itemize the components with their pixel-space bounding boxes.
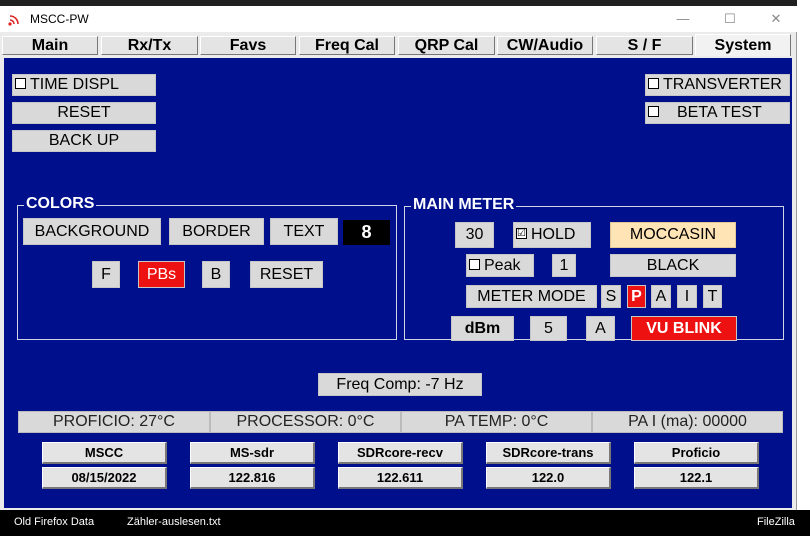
back-up-button[interactable]: BACK UP: [12, 130, 156, 152]
desktop-item-old-firefox-data[interactable]: Old Firefox Data: [14, 516, 94, 528]
version-value-ms-sdr: 122.816: [190, 467, 315, 489]
checkbox-icon: [15, 78, 26, 90]
version-value-proficio: 122.1: [634, 467, 759, 489]
reset-button[interactable]: RESET: [12, 102, 156, 124]
beta-test-label: BETA TEST: [677, 104, 762, 121]
proficio-temp: PROFICIO: 27°C: [18, 411, 210, 433]
border-color-button[interactable]: BORDER: [169, 218, 264, 245]
meter-mode-i[interactable]: I: [677, 285, 697, 308]
background-color-button[interactable]: BACKGROUND: [23, 218, 161, 245]
tab-s-f[interactable]: S / F: [596, 36, 693, 55]
peak-checkbox[interactable]: Peak: [466, 254, 534, 277]
tab-qrp-cal[interactable]: QRP Cal: [398, 36, 495, 55]
desktop-strip-right: [797, 0, 810, 510]
beta-test-checkbox[interactable]: BETA TEST: [645, 102, 790, 124]
peak-value-1[interactable]: 1: [552, 254, 576, 277]
checkbox-icon: [648, 106, 659, 118]
hold-checkbox[interactable]: ☑ HOLD: [513, 222, 591, 248]
transverter-checkbox[interactable]: TRANSVERTER: [645, 74, 790, 96]
close-button[interactable]: ✕: [765, 9, 787, 29]
meter-mode-s[interactable]: S: [601, 285, 621, 308]
b-button[interactable]: B: [202, 261, 230, 288]
dbm-button[interactable]: dBm: [451, 316, 514, 341]
checkbox-icon: [469, 259, 480, 271]
version-name-sdrcore-trans: SDRcore-trans: [486, 442, 611, 464]
version-name-ms-sdr: MS-sdr: [190, 442, 315, 464]
tab-main[interactable]: Main: [2, 36, 98, 55]
time-displ-label: TIME DISPL: [30, 76, 119, 93]
desktop-item-filezilla[interactable]: FileZilla: [757, 516, 795, 528]
tab-bar: Main Rx/Tx Favs Freq Cal QRP Cal CW/Audi…: [2, 34, 794, 56]
text-color-button[interactable]: TEXT: [270, 218, 338, 245]
version-value-mscc: 08/15/2022: [42, 467, 167, 489]
peak-label: Peak: [484, 257, 521, 274]
meter-value-5[interactable]: 5: [530, 316, 567, 341]
maximize-button[interactable]: ☐: [719, 9, 741, 29]
tab-favs[interactable]: Favs: [200, 36, 296, 55]
tab-cw-audio[interactable]: CW/Audio: [497, 36, 593, 55]
pa-current: PA I (ma): 00000: [592, 411, 783, 433]
version-name-mscc: MSCC: [42, 442, 167, 464]
app-icon: [8, 15, 19, 26]
desktop-item-zaehler-auslesen[interactable]: Zähler-auslesen.txt: [127, 516, 221, 528]
pbs-button[interactable]: PBs: [138, 261, 185, 288]
tab-rx-tx[interactable]: Rx/Tx: [101, 36, 198, 55]
vu-blink-button[interactable]: VU BLINK: [631, 316, 737, 341]
desktop-taskbar: Old Firefox Data Zähler-auslesen.txt Fil…: [0, 510, 810, 536]
version-name-sdrcore-recv: SDRcore-recv: [338, 442, 463, 464]
version-name-proficio: Proficio: [634, 442, 759, 464]
time-displ-checkbox[interactable]: TIME DISPL: [12, 74, 156, 96]
checkbox-icon: [648, 78, 659, 90]
meter-a-button[interactable]: A: [586, 316, 615, 341]
meter-value-30[interactable]: 30: [455, 222, 494, 248]
minimize-button[interactable]: —: [672, 9, 694, 29]
black-color-button[interactable]: BLACK: [610, 254, 736, 277]
f-button[interactable]: F: [92, 261, 120, 288]
hold-label: HOLD: [531, 226, 576, 243]
title-bar: MSCC-PW — ☐ ✕: [0, 6, 797, 32]
meter-mode-button[interactable]: METER MODE: [466, 285, 597, 308]
checkbox-checked-icon: ☑: [516, 228, 527, 240]
transverter-label: TRANSVERTER: [663, 76, 782, 93]
color-value-display: 8: [343, 220, 390, 245]
main-meter-legend: MAIN METER: [411, 196, 517, 214]
freq-comp-display: Freq Comp: -7 Hz: [318, 373, 482, 396]
colors-legend: COLORS: [24, 195, 97, 213]
version-value-sdrcore-recv: 122.611: [338, 467, 463, 489]
meter-mode-a[interactable]: A: [651, 285, 671, 308]
system-panel: TIME DISPL RESET BACK UP TRANSVERTER BET…: [4, 58, 792, 508]
window-title: MSCC-PW: [30, 12, 89, 26]
tab-freq-cal[interactable]: Freq Cal: [299, 36, 395, 55]
colors-reset-button[interactable]: RESET: [250, 261, 323, 288]
meter-mode-t[interactable]: T: [703, 285, 722, 308]
processor-temp: PROCESSOR: 0°C: [210, 411, 401, 433]
moccasin-color-button[interactable]: MOCCASIN: [610, 222, 736, 248]
pa-temp: PA TEMP: 0°C: [401, 411, 592, 433]
version-value-sdrcore-trans: 122.0: [486, 467, 611, 489]
meter-mode-p[interactable]: P: [627, 285, 646, 308]
mscc-window: MSCC-PW — ☐ ✕ Main Rx/Tx Favs Freq Cal Q…: [0, 6, 797, 510]
tab-system[interactable]: System: [695, 34, 791, 56]
